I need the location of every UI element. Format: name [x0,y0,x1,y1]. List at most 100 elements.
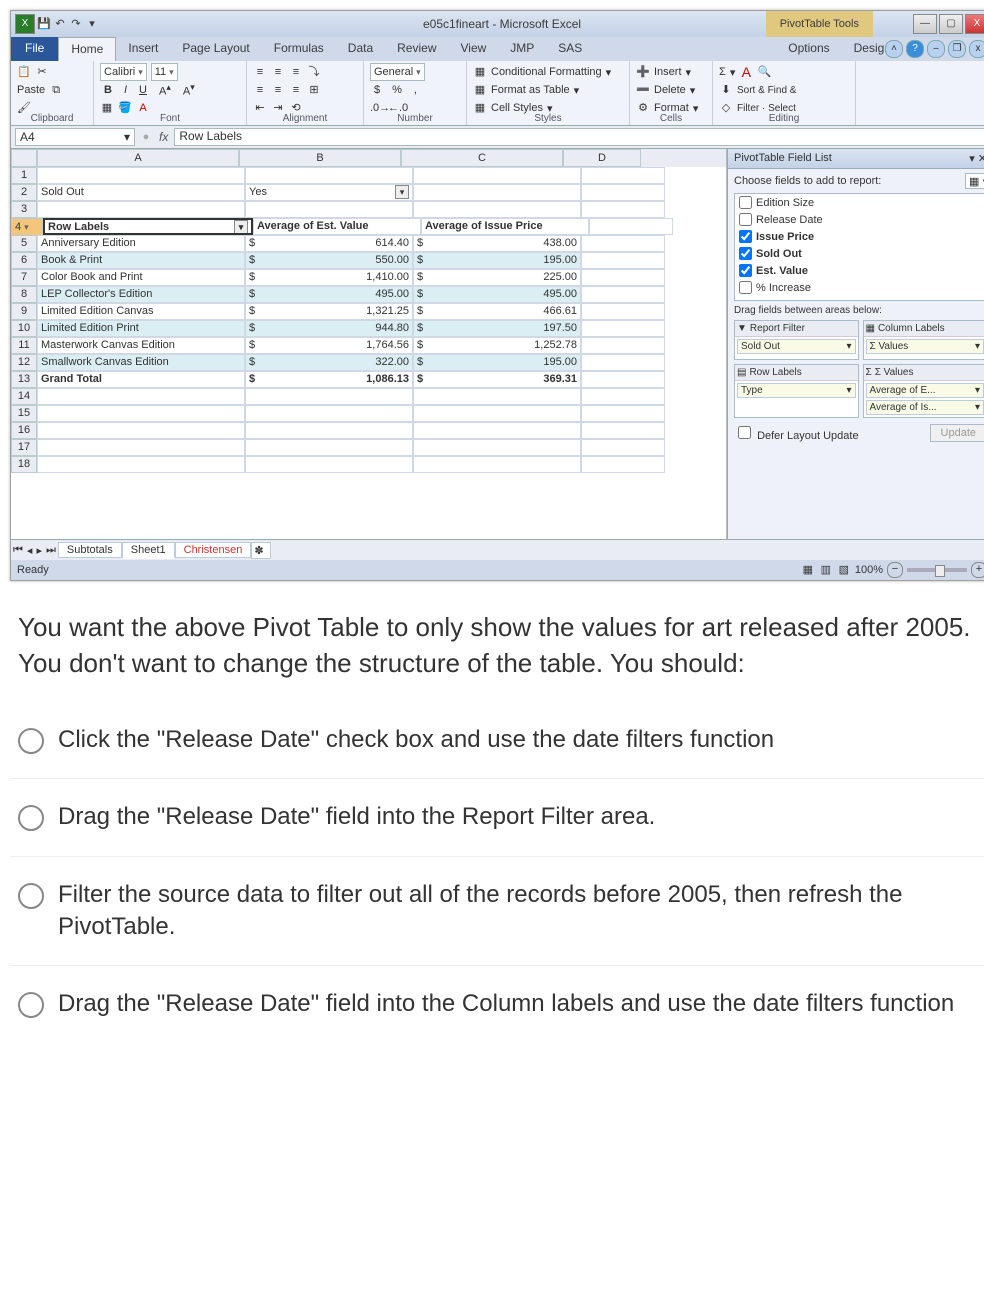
row-labels-zone[interactable]: ▤Row Labels Type▾ [734,364,859,418]
cell[interactable] [581,422,665,439]
field-checkbox[interactable] [739,247,752,260]
sheet-tab-subtotals[interactable]: Subtotals [58,542,122,558]
tab-options[interactable]: Options [776,37,841,59]
align-bot-icon[interactable]: ≡ [289,65,303,79]
cell[interactable] [413,184,581,201]
row-header[interactable]: 7 [11,269,37,286]
cell[interactable]: LEP Collector's Edition [37,286,245,303]
row-header[interactable]: 6 [11,252,37,269]
cell[interactable]: $944.80 [245,320,413,337]
bold-button[interactable]: B [100,83,116,97]
field-list-box[interactable]: Edition SizeRelease DateIssue PriceSold … [734,193,984,301]
option-2[interactable]: Drag the "Release Date" field into the R… [10,778,984,855]
cell[interactable]: Limited Edition Canvas [37,303,245,320]
field-checkbox[interactable] [739,281,752,294]
column-labels-zone[interactable]: ▦Column Labels Σ Values▾ [863,320,984,360]
cell[interactable] [581,371,665,388]
field-checkbox[interactable] [739,230,752,243]
cell[interactable] [581,439,665,456]
close-button[interactable]: X [965,14,984,34]
cancel-formula-icon[interactable]: ● [139,130,153,144]
zoom-slider[interactable] [907,568,967,572]
field--increase[interactable]: % Increase [735,279,984,296]
report-filter-zone[interactable]: ▼Report Filter Sold Out▾ [734,320,859,360]
cell[interactable]: $195.00 [413,252,581,269]
row-header[interactable]: 18 [11,456,37,473]
col-header-a[interactable]: A [37,149,239,167]
cell[interactable] [245,388,413,405]
col-header-d[interactable]: D [563,149,641,167]
redo-icon[interactable]: ↷ [69,17,83,31]
cell[interactable] [589,218,673,235]
namebox-dropdown-icon[interactable]: ▾ [124,130,130,144]
field-list-close-icon[interactable]: ✕ [978,153,984,165]
new-sheet-button[interactable]: ✽ [251,542,271,559]
cell[interactable]: $1,764.56 [245,337,413,354]
cell[interactable] [245,422,413,439]
cell[interactable]: Masterwork Canvas Edition [37,337,245,354]
tab-home[interactable]: Home [58,37,116,61]
cell[interactable] [581,456,665,473]
radio-icon[interactable] [18,728,44,754]
row-item-type[interactable]: Type▾ [737,383,856,398]
sheet-nav-last-icon[interactable]: ⏭ [44,544,58,557]
tab-file[interactable]: File [11,37,58,61]
underline-button[interactable]: U [135,83,151,97]
sheet-nav-next-icon[interactable]: ▸ [34,544,44,557]
spreadsheet-grid[interactable]: A B C D 12Sold OutYes▾34Row Labels▾Avera… [11,149,727,539]
rowlabels-filter-icon[interactable]: ▾ [234,220,248,234]
cell[interactable] [581,320,665,337]
cell[interactable]: $195.00 [413,354,581,371]
row-header[interactable]: 3 [11,201,37,218]
cell[interactable] [413,167,581,184]
cell[interactable] [413,405,581,422]
qat-more-icon[interactable]: ▾ [85,17,99,31]
formula-bar[interactable]: Row Labels [174,128,984,146]
undo-icon[interactable]: ↶ [53,17,67,31]
cell[interactable] [581,405,665,422]
zoom-out-button[interactable]: − [887,562,903,578]
tab-view[interactable]: View [449,37,499,61]
font-name-select[interactable]: Calibri [100,63,147,81]
view-normal-icon[interactable]: ▦ [801,563,815,577]
cell[interactable]: $1,410.00 [245,269,413,286]
row-header[interactable]: 5 [11,235,37,252]
field-sold-out[interactable]: Sold Out [735,245,984,262]
cut-icon[interactable]: ✂ [35,65,49,79]
name-box[interactable]: A4▾ [15,128,135,146]
cell[interactable]: $1,321.25 [245,303,413,320]
italic-button[interactable]: I [120,83,131,97]
align-left-icon[interactable]: ≡ [253,83,267,97]
layout-options-button[interactable]: ▦ [965,173,984,189]
cell[interactable]: Row Labels▾ [43,218,253,235]
cell[interactable] [37,405,245,422]
field-checkbox[interactable] [739,264,752,277]
tab-insert[interactable]: Insert [116,37,170,61]
cell[interactable]: $550.00 [245,252,413,269]
cell[interactable] [245,439,413,456]
row-header[interactable]: 2 [11,184,37,201]
cell[interactable] [37,388,245,405]
cell[interactable]: $322.00 [245,354,413,371]
autosum-button[interactable]: Σ [719,66,726,78]
minimize-ribbon-icon[interactable]: ˄ [885,40,903,58]
cell[interactable]: $197.50 [413,320,581,337]
row-header[interactable]: 8 [11,286,37,303]
option-3[interactable]: Filter the source data to filter out all… [10,856,984,966]
cell[interactable]: Color Book and Print [37,269,245,286]
merge-icon[interactable]: ⊞ [307,83,321,97]
minimize-button[interactable]: — [913,14,937,34]
cell[interactable] [413,439,581,456]
cell[interactable] [245,456,413,473]
view-layout-icon[interactable]: ▥ [819,563,833,577]
tab-review[interactable]: Review [385,37,448,61]
wb-restore-icon[interactable]: ❐ [948,40,966,58]
cell[interactable]: $1,086.13 [245,371,413,388]
cell[interactable]: $495.00 [413,286,581,303]
font-size-select[interactable]: 11 [151,63,178,81]
align-mid-icon[interactable]: ≡ [271,65,285,79]
cell[interactable]: Limited Edition Print [37,320,245,337]
align-center-icon[interactable]: ≡ [271,83,285,97]
paste-icon[interactable]: 📋 [17,65,31,79]
filter-item-soldout[interactable]: Sold Out▾ [737,339,856,354]
